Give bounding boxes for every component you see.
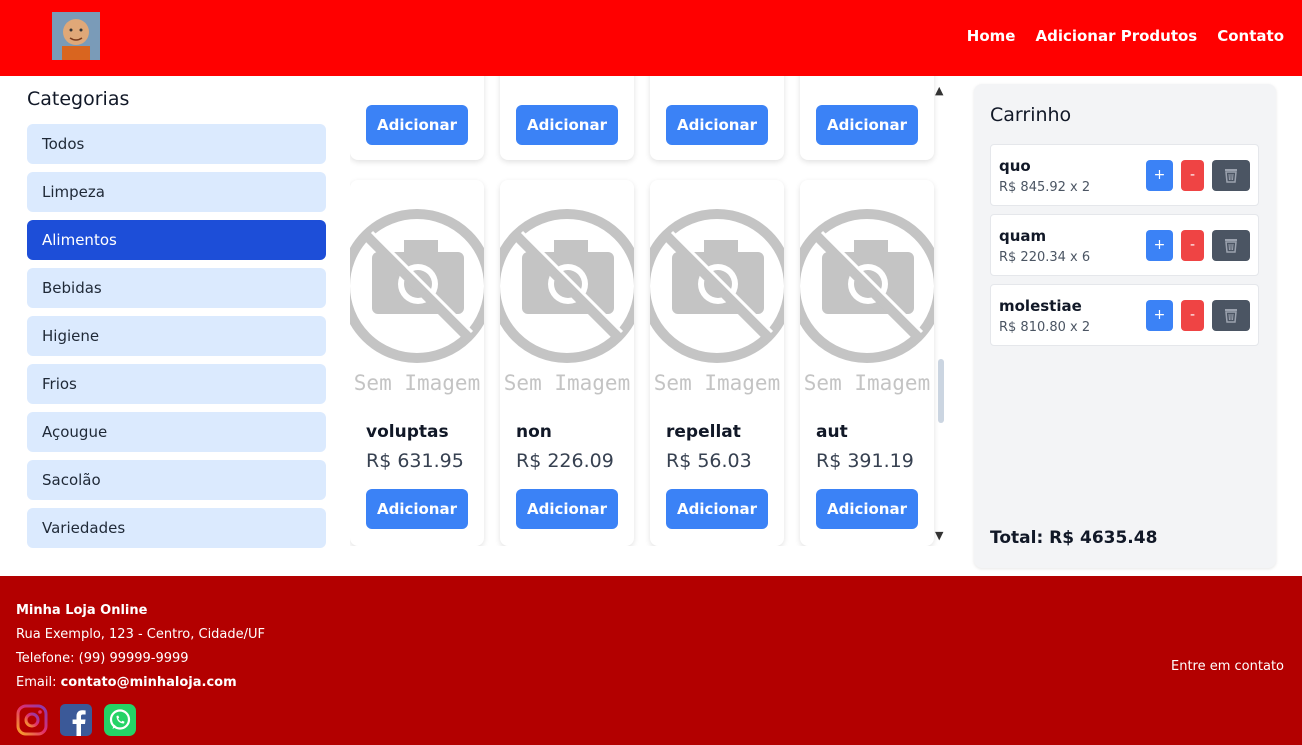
product-name: repellat xyxy=(666,422,741,442)
facebook-icon[interactable] xyxy=(60,704,92,736)
svg-text:Sem Imagem: Sem Imagem xyxy=(504,371,630,395)
product-name: voluptas xyxy=(366,422,449,442)
cart-item: molestiae R$ 810.80 x 2 + - xyxy=(990,284,1259,346)
category-item-sacolao[interactable]: Sacolão xyxy=(27,460,326,500)
product-card: Sem Imagem voluptas R$ 631.95 Adicionar xyxy=(350,180,484,546)
product-card: Adicionar xyxy=(500,76,634,160)
footer-email-label: Email: xyxy=(16,675,61,690)
main-nav: Home Adicionar Produtos Contato xyxy=(967,27,1284,45)
remove-item-button[interactable] xyxy=(1212,300,1250,331)
cart-item-price: R$ 810.80 x 2 xyxy=(999,320,1091,335)
decrease-quantity-button[interactable]: - xyxy=(1181,160,1204,191)
footer-store-name: Minha Loja Online xyxy=(16,603,148,618)
footer-email: Email: contato@minhaloja.com xyxy=(16,675,237,690)
decrease-quantity-button[interactable]: - xyxy=(1181,300,1204,331)
cart-item: quo R$ 845.92 x 2 + - xyxy=(990,144,1259,206)
category-item-higiene[interactable]: Higiene xyxy=(27,316,326,356)
categories-title: Categorias xyxy=(27,88,130,110)
cart-item-name: quam xyxy=(999,227,1047,245)
nav-contact[interactable]: Contato xyxy=(1217,27,1284,45)
add-to-cart-button[interactable]: Adicionar xyxy=(366,105,468,145)
add-to-cart-button[interactable]: Adicionar xyxy=(516,489,618,529)
cart-total: Total: R$ 4635.48 xyxy=(990,528,1158,548)
product-card: Sem Imagem non R$ 226.09 Adicionar xyxy=(500,180,634,546)
increase-quantity-button[interactable]: + xyxy=(1146,300,1173,331)
site-footer: Minha Loja Online Rua Exemplo, 123 - Cen… xyxy=(0,576,1302,745)
product-price: R$ 391.19 xyxy=(816,450,914,472)
add-to-cart-button[interactable]: Adicionar xyxy=(666,489,768,529)
category-item-todos[interactable]: Todos xyxy=(27,124,326,164)
social-links xyxy=(16,704,136,736)
footer-contact-link[interactable]: Entre em contato xyxy=(1171,659,1284,674)
add-to-cart-button[interactable]: Adicionar xyxy=(516,105,618,145)
product-card: Sem Imagem repellat R$ 56.03 Adicionar xyxy=(650,180,784,546)
increase-quantity-button[interactable]: + xyxy=(1146,230,1173,261)
top-header: Home Adicionar Produtos Contato xyxy=(0,0,1302,76)
footer-address: Rua Exemplo, 123 - Centro, Cidade/UF xyxy=(16,627,266,642)
nav-add-products[interactable]: Adicionar Produtos xyxy=(1035,27,1197,45)
product-card: Sem Imagem aut R$ 391.19 Adicionar xyxy=(800,180,934,546)
cart-item-name: molestiae xyxy=(999,297,1082,315)
no-image-placeholder: Sem Imagem xyxy=(500,209,634,395)
scrollbar-thumb[interactable] xyxy=(938,359,944,423)
add-to-cart-button[interactable]: Adicionar xyxy=(816,105,918,145)
footer-phone: Telefone: (99) 99999-9999 xyxy=(16,651,189,666)
whatsapp-icon[interactable] xyxy=(104,704,136,736)
category-item-limpeza[interactable]: Limpeza xyxy=(27,172,326,212)
svg-text:Sem Imagem: Sem Imagem xyxy=(354,371,480,395)
product-price: R$ 631.95 xyxy=(366,450,464,472)
product-card: Adicionar xyxy=(650,76,784,160)
cart-item-price: R$ 845.92 x 2 xyxy=(999,180,1091,195)
instagram-icon[interactable] xyxy=(16,704,48,736)
no-image-placeholder: Sem Imagem xyxy=(650,209,784,395)
category-item-bebidas[interactable]: Bebidas xyxy=(27,268,326,308)
add-to-cart-button[interactable]: Adicionar xyxy=(366,489,468,529)
remove-item-button[interactable] xyxy=(1212,160,1250,191)
nav-home[interactable]: Home xyxy=(967,27,1016,45)
svg-text:Sem Imagem: Sem Imagem xyxy=(654,371,780,395)
product-card: Adicionar xyxy=(350,76,484,160)
no-image-placeholder: Sem Imagem xyxy=(350,209,484,395)
scroll-up-arrow-icon[interactable]: ▲ xyxy=(935,84,943,97)
cart-item-name: quo xyxy=(999,157,1031,175)
category-item-frios[interactable]: Frios xyxy=(27,364,326,404)
product-name: non xyxy=(516,422,552,442)
cart-title: Carrinho xyxy=(990,104,1072,126)
cart-item-price: R$ 220.34 x 6 xyxy=(999,250,1091,265)
scroll-down-arrow-icon[interactable]: ▼ xyxy=(935,529,943,542)
product-card: Adicionar xyxy=(800,76,934,160)
remove-item-button[interactable] xyxy=(1212,230,1250,261)
increase-quantity-button[interactable]: + xyxy=(1146,160,1173,191)
category-item-alimentos[interactable]: Alimentos xyxy=(27,220,326,260)
svg-text:Sem Imagem: Sem Imagem xyxy=(804,371,930,395)
footer-email-link[interactable]: contato@minhaloja.com xyxy=(61,675,237,690)
no-image-placeholder: Sem Imagem xyxy=(800,209,934,395)
product-grid[interactable]: Adicionar Adicionar Adicionar Adicionar … xyxy=(350,76,950,546)
add-to-cart-button[interactable]: Adicionar xyxy=(666,105,768,145)
trash-icon xyxy=(1225,239,1237,253)
decrease-quantity-button[interactable]: - xyxy=(1181,230,1204,261)
product-name: aut xyxy=(816,422,848,442)
cart-panel: Carrinho quo R$ 845.92 x 2 + - quam R$ 2… xyxy=(974,84,1276,568)
trash-icon xyxy=(1225,309,1237,323)
add-to-cart-button[interactable]: Adicionar xyxy=(816,489,918,529)
category-item-acougue[interactable]: Açougue xyxy=(27,412,326,452)
trash-icon xyxy=(1225,169,1237,183)
category-item-variedades[interactable]: Variedades xyxy=(27,508,326,548)
cart-item: quam R$ 220.34 x 6 + - xyxy=(990,214,1259,276)
product-price: R$ 56.03 xyxy=(666,450,752,472)
product-price: R$ 226.09 xyxy=(516,450,614,472)
categories-panel: Categorias Todos Limpeza Alimentos Bebid… xyxy=(27,86,326,556)
logo-avatar[interactable] xyxy=(52,12,100,60)
